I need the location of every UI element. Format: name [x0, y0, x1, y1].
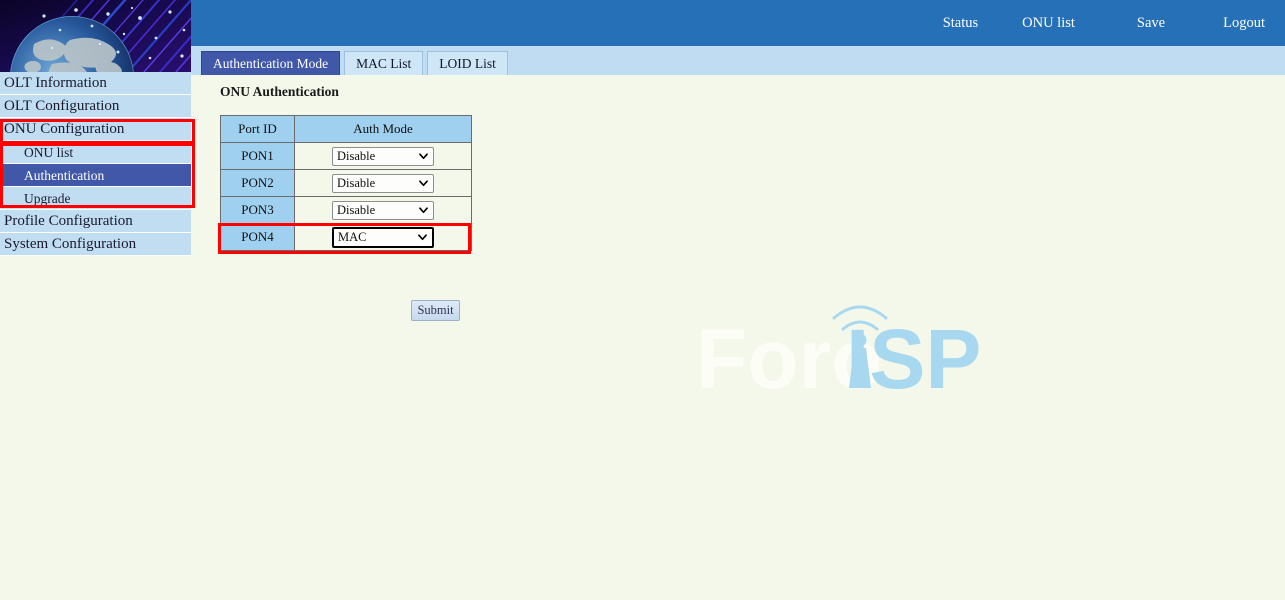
table-row: PON3 Disable — [221, 197, 472, 224]
port-id-pon3: PON3 — [221, 197, 295, 224]
chevron-down-icon — [419, 152, 428, 161]
sidebar-item-profile-configuration[interactable]: Profile Configuration — [0, 210, 191, 233]
column-header-auth-mode: Auth Mode — [295, 116, 472, 143]
auth-mode-cell-pon3: Disable — [295, 197, 472, 224]
auth-mode-value-pon2: Disable — [337, 176, 375, 190]
table-header-row: Port ID Auth Mode — [221, 116, 472, 143]
topnav-logout[interactable]: Logout — [1213, 15, 1275, 32]
chevron-down-icon — [418, 233, 427, 242]
auth-mode-value-pon1: Disable — [337, 149, 375, 163]
top-navigation-bar: Status ONU list Save Logout — [191, 0, 1285, 46]
chevron-down-icon — [419, 206, 428, 215]
topnav-onu-list[interactable]: ONU list — [1012, 15, 1085, 32]
tab-mac-list[interactable]: MAC List — [344, 51, 423, 75]
tab-loid-list[interactable]: LOID List — [427, 51, 508, 75]
topnav-save[interactable]: Save — [1127, 15, 1175, 32]
sidebar-item-upgrade[interactable]: Upgrade — [0, 187, 191, 210]
foroisp-watermark: Foro ISP — [696, 296, 986, 406]
topnav-status[interactable]: Status — [933, 15, 988, 32]
auth-mode-value-pon4: MAC — [338, 230, 366, 244]
sidebar-item-onu-configuration[interactable]: ONU Configuration — [0, 118, 191, 141]
column-header-port-id: Port ID — [221, 116, 295, 143]
auth-mode-select-pon3[interactable]: Disable — [332, 201, 434, 220]
sidebar-item-authentication[interactable]: Authentication — [0, 164, 191, 187]
auth-mode-cell-pon1: Disable — [295, 143, 472, 170]
svg-text:Foro: Foro — [696, 312, 883, 406]
sidebar-item-olt-information[interactable]: OLT Information — [0, 72, 191, 95]
table-row: PON1 Disable — [221, 143, 472, 170]
auth-mode-cell-pon4: MAC — [295, 224, 472, 251]
table-row: PON4 MAC — [221, 224, 472, 251]
fiber-globe-banner — [0, 0, 191, 72]
submit-button[interactable]: Submit — [411, 300, 460, 321]
port-id-pon2: PON2 — [221, 170, 295, 197]
auth-mode-select-pon2[interactable]: Disable — [332, 174, 434, 193]
svg-text:ISP: ISP — [846, 312, 981, 406]
auth-mode-select-pon1[interactable]: Disable — [332, 147, 434, 166]
chevron-down-icon — [419, 179, 428, 188]
page-title: ONU Authentication — [220, 84, 339, 100]
tab-authentication-mode[interactable]: Authentication Mode — [201, 51, 340, 75]
sidebar-menu: OLT Information OLT Configuration ONU Co… — [0, 72, 191, 256]
tab-bar: Authentication Mode MAC List LOID List — [191, 46, 1285, 75]
table-row: PON2 Disable — [221, 170, 472, 197]
topnav-links: Status ONU list Save Logout — [933, 0, 1275, 46]
auth-mode-select-pon4[interactable]: MAC — [332, 227, 434, 248]
main-content: Authentication Mode MAC List LOID List O… — [191, 46, 1285, 600]
port-id-pon1: PON1 — [221, 143, 295, 170]
sidebar-item-onu-list[interactable]: ONU list — [0, 141, 191, 164]
onu-authentication-table: Port ID Auth Mode PON1 Disable — [220, 115, 472, 251]
page-root: Status ONU list Save Logout OLT Informat… — [0, 0, 1285, 600]
sidebar-item-system-configuration[interactable]: System Configuration — [0, 233, 191, 256]
auth-mode-value-pon3: Disable — [337, 203, 375, 217]
sidebar-item-olt-configuration[interactable]: OLT Configuration — [0, 95, 191, 118]
port-id-pon4: PON4 — [221, 224, 295, 251]
auth-mode-cell-pon2: Disable — [295, 170, 472, 197]
